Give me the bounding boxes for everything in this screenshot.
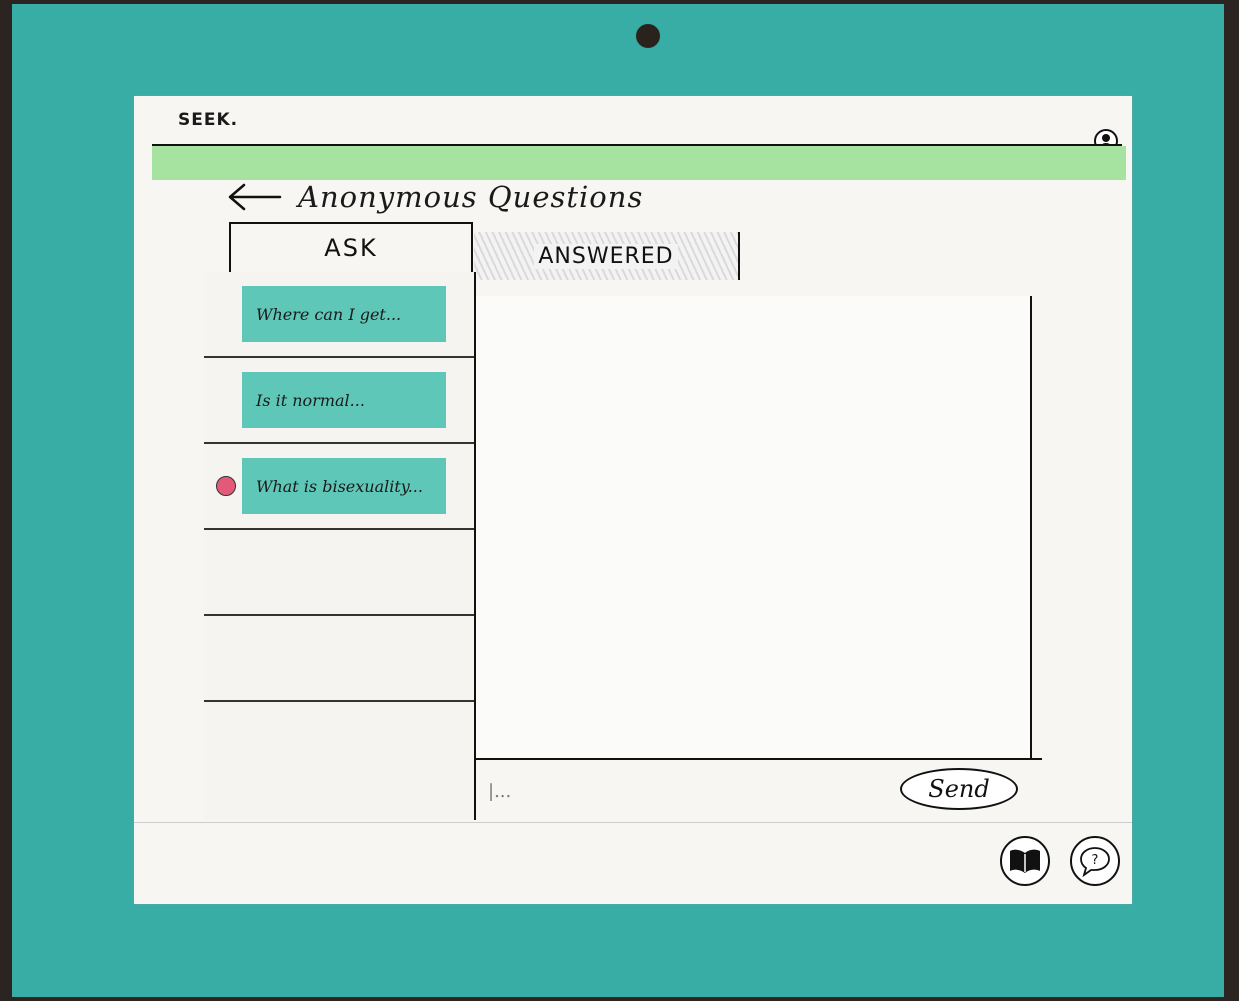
help-bubble-icon[interactable]: ? — [1070, 836, 1120, 886]
send-button[interactable]: Send — [900, 768, 1018, 810]
accent-bar — [152, 146, 1126, 180]
question-card[interactable]: Is it normal... — [242, 372, 446, 428]
list-item[interactable] — [204, 702, 474, 788]
page-title: Anonymous Questions — [298, 180, 644, 214]
prototype-board: SEEK. Anonymous Questions ASK ANSWERED W… — [12, 4, 1224, 997]
list-item[interactable]: What is bisexuality... — [204, 444, 474, 530]
footer-divider — [134, 822, 1132, 823]
tab-ask[interactable]: ASK — [229, 222, 473, 274]
list-item[interactable]: Where can I get... — [204, 272, 474, 358]
back-arrow-icon[interactable] — [226, 182, 282, 212]
list-item[interactable] — [204, 616, 474, 702]
message-composer: Send — [476, 758, 1042, 820]
unread-indicator — [216, 476, 236, 496]
app-logo: SEEK. — [178, 110, 239, 130]
book-icon[interactable] — [1000, 836, 1050, 886]
message-input[interactable] — [486, 770, 870, 812]
punch-hole — [636, 24, 660, 48]
app-screen: SEEK. Anonymous Questions ASK ANSWERED W… — [134, 96, 1132, 904]
list-item[interactable] — [204, 530, 474, 616]
list-item[interactable]: Is it normal... — [204, 358, 474, 444]
tab-answered[interactable]: ANSWERED — [474, 232, 740, 280]
tab-answered-label: ANSWERED — [534, 243, 678, 269]
app-header: SEEK. — [134, 96, 1132, 153]
question-card[interactable]: What is bisexuality... — [242, 458, 446, 514]
answer-pane — [476, 296, 1032, 758]
svg-text:?: ? — [1092, 853, 1099, 868]
question-card[interactable]: Where can I get... — [242, 286, 446, 342]
question-list: Where can I get... Is it normal... What … — [204, 272, 476, 820]
